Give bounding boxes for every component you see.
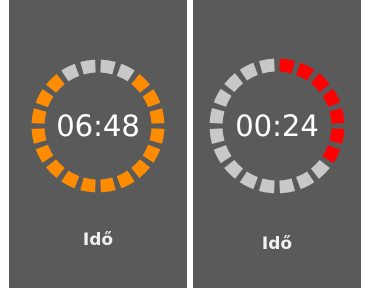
ring-segment-inactive [258, 178, 275, 194]
ring-segment-inactive [258, 58, 275, 74]
timer-time: 00:24 [235, 109, 319, 143]
ring-segment-active [80, 177, 96, 193]
ring-segment-active [35, 89, 54, 108]
ring-segment-active [100, 177, 116, 193]
ring-segment-active [61, 170, 80, 189]
ring-segment-active [322, 144, 341, 164]
ring-segment-inactive [239, 171, 259, 190]
ring-segment-active [35, 144, 54, 163]
ring-segment-active [116, 170, 135, 189]
timer-label: Idő [261, 234, 293, 254]
ring-segment-active [131, 159, 151, 179]
ring-segment-active [295, 62, 315, 81]
ring-segment-active [142, 89, 161, 108]
ring-segment-inactive [310, 159, 330, 179]
timer-label: Idő [82, 230, 114, 250]
ring-segment-inactive [80, 59, 96, 75]
ring-segment-active [45, 73, 65, 93]
timer-panel-2: 00:24 Idő [193, 0, 361, 288]
ring-segment-inactive [239, 62, 259, 81]
ring-segment-inactive [61, 63, 80, 82]
ring-segment-inactive [224, 159, 244, 179]
ring-segment-active [142, 144, 161, 163]
ring-segment-active [279, 58, 296, 74]
timer-time: 06:48 [56, 109, 140, 143]
ring-segment-active [131, 73, 151, 93]
timer-panel-1: 06:48 Idő [9, 0, 187, 288]
ring-segment-inactive [279, 178, 296, 194]
ring-segment-active [45, 159, 65, 179]
ring-segment-inactive [224, 73, 244, 93]
ring-segment-inactive [213, 88, 232, 108]
ring-segment-inactive [100, 59, 116, 75]
ring-segment-active [310, 73, 330, 93]
ring-segment-active [322, 88, 341, 108]
ring-segment-inactive [295, 171, 315, 190]
ring-segment-inactive [213, 144, 232, 164]
ring-segment-inactive [116, 63, 135, 82]
